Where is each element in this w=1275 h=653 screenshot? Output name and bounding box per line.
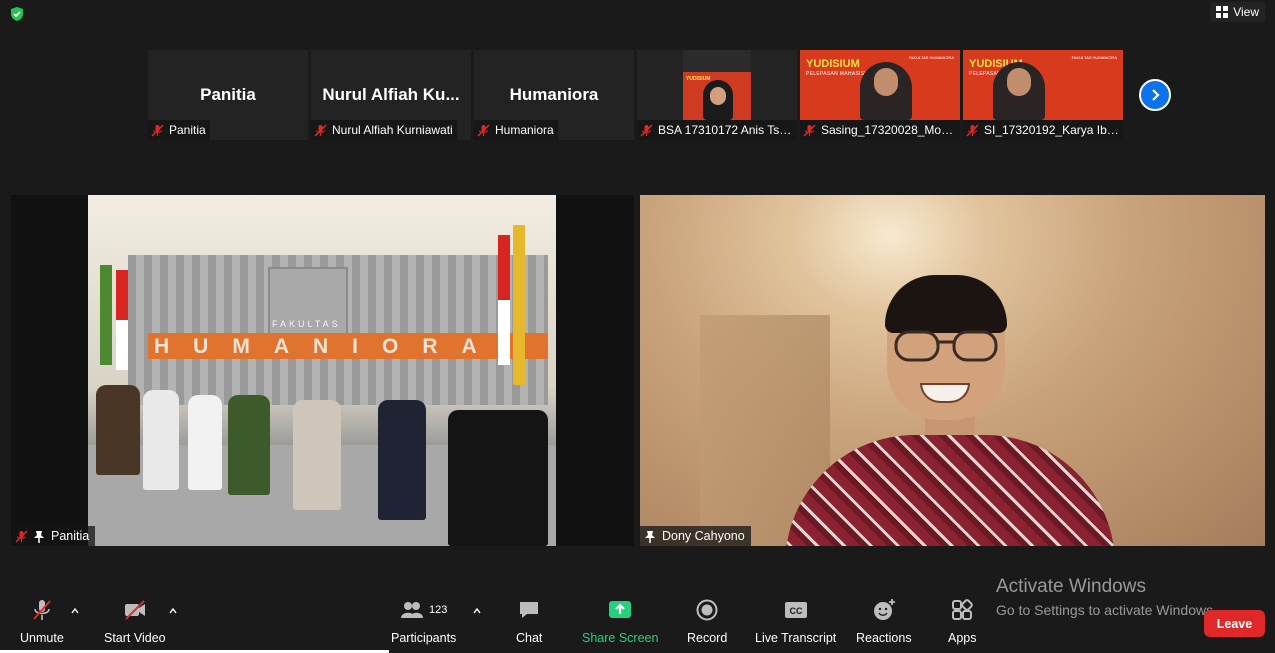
closed-caption-icon: CC xyxy=(784,602,807,618)
participant-thumbnail[interactable]: YUDISIUM PELEPASAN MAHASISWA FAKULTAS HU… xyxy=(963,50,1123,140)
participants-icon xyxy=(400,602,423,618)
pin-icon xyxy=(645,530,655,543)
smiley-plus-icon xyxy=(873,599,895,620)
participant-big-name: Humaniora xyxy=(509,85,599,104)
share-screen-icon xyxy=(609,601,632,618)
yudisium-title: YUDISIUM xyxy=(806,58,860,70)
pin-icon xyxy=(34,530,44,543)
yudisium-title: YUDISIUM xyxy=(686,76,711,82)
participant-video: YUDISIUM PELEPASAN MAHASISWA FAKULTAS HU… xyxy=(963,50,1123,120)
view-button[interactable]: View xyxy=(1210,2,1265,22)
record-icon xyxy=(696,599,718,621)
video-off-icon xyxy=(124,600,145,620)
participant-thumbnail[interactable]: Nurul Alfiah Ku... Nurul Alfiah Kurniawa… xyxy=(311,50,471,140)
sign-humaniora: HUMANIORA xyxy=(154,335,501,358)
mic-muted-icon xyxy=(15,529,28,543)
view-label: View xyxy=(1233,5,1259,19)
video-tile-dony[interactable]: Dony Cahyono xyxy=(640,195,1265,546)
share-screen-button[interactable]: Share Screen xyxy=(582,596,658,645)
gallery-strip: Panitia Panitia Nurul Alfiah Ku... Nurul… xyxy=(148,50,1123,140)
mic-muted-icon xyxy=(966,123,979,137)
reactions-button[interactable]: Reactions xyxy=(856,596,912,645)
mic-muted-icon xyxy=(803,123,816,137)
faculty-badge: FAKULTAS HUMANIORA xyxy=(1071,55,1117,60)
chevron-right-icon xyxy=(1152,89,1160,101)
shield-check-icon[interactable] xyxy=(9,6,25,22)
participant-label: Nurul Alfiah Kurniawati xyxy=(311,120,457,140)
grid-icon xyxy=(1216,6,1229,18)
participant-video: YUDISIUM PELEPASAN MAHASISWA FAKULTAS HU… xyxy=(800,50,960,120)
participant-label: Dony Cahyono xyxy=(640,526,751,546)
participants-button[interactable]: 123 Participants xyxy=(391,596,456,645)
mic-muted-icon xyxy=(640,123,653,137)
venue-video: FAKULTAS HUMANIORA xyxy=(88,195,556,546)
participant-big-name: Panitia xyxy=(200,85,256,104)
faculty-badge: FAKULTAS HUMANIORA xyxy=(908,55,954,60)
speaker-video xyxy=(640,195,1265,546)
svg-text:CC: CC xyxy=(789,606,802,616)
audio-options-caret-icon[interactable] xyxy=(71,608,79,614)
participant-video: YUDISIUM xyxy=(683,50,751,120)
meeting-toolbar: Unmute Start Video 123 Participants Chat… xyxy=(0,596,1275,653)
record-button[interactable]: Record xyxy=(687,596,727,645)
participant-label: Panitia xyxy=(11,526,96,546)
mic-muted-icon xyxy=(314,123,327,137)
participant-big-name: Nurul Alfiah Ku... xyxy=(322,85,460,104)
participant-thumbnail[interactable]: Panitia Panitia xyxy=(148,50,308,140)
participants-count: 123 xyxy=(428,604,448,616)
participant-label: Panitia xyxy=(148,120,210,140)
next-page-button[interactable] xyxy=(1139,79,1171,111)
participant-label: BSA 17310172 Anis Tsa... xyxy=(637,120,797,140)
chat-button[interactable]: Chat xyxy=(516,596,542,645)
apps-icon xyxy=(952,599,974,620)
apps-button[interactable]: Apps xyxy=(948,596,977,645)
participant-thumbnail[interactable]: YUDISIUM PELEPASAN MAHASISWA FAKULTAS HU… xyxy=(800,50,960,140)
participant-thumbnail[interactable]: YUDISIUM BSA 17310172 Anis Tsa... xyxy=(637,50,797,140)
participant-label: SI_17320192_Karya Ibn... xyxy=(963,120,1123,140)
leave-button[interactable]: Leave xyxy=(1204,610,1265,637)
chat-icon xyxy=(520,602,539,618)
live-transcript-button[interactable]: CC Live Transcript xyxy=(755,596,836,645)
mic-muted-icon xyxy=(477,123,490,137)
participant-label: Sasing_17320028_Moh... xyxy=(800,120,960,140)
mic-muted-icon xyxy=(151,123,164,137)
video-options-caret-icon[interactable] xyxy=(169,608,177,614)
participants-caret-icon[interactable] xyxy=(473,608,481,614)
participant-thumbnail[interactable]: Humaniora Humaniora xyxy=(474,50,634,140)
video-tile-panitia[interactable]: FAKULTAS HUMANIORA Panitia xyxy=(11,195,634,546)
participant-label: Humaniora xyxy=(474,120,558,140)
unmute-button[interactable]: Unmute xyxy=(20,596,64,645)
mic-muted-icon xyxy=(33,600,51,620)
sign-fakultas: FAKULTAS xyxy=(272,319,341,329)
start-video-button[interactable]: Start Video xyxy=(104,596,166,645)
